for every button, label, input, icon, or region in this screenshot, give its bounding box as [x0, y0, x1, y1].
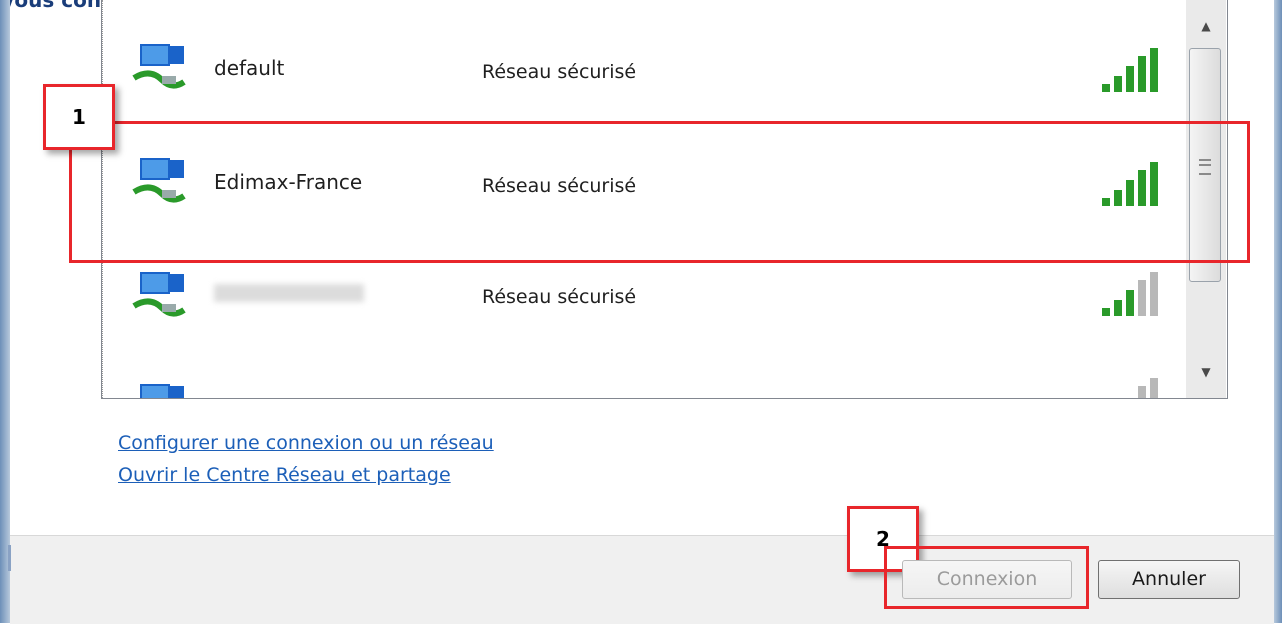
network-status: Réseau sécurisé [482, 286, 637, 308]
window-frame-right [1274, 0, 1282, 623]
network-computer-icon [132, 44, 186, 89]
blurred-network-name [214, 284, 364, 302]
setup-connection-link[interactable]: Configurer une connexion ou un réseau [118, 432, 494, 454]
network-computer-icon [140, 384, 184, 398]
scroll-up-arrow-icon[interactable]: ▲ [1186, 6, 1226, 46]
window-frame-left [0, 0, 10, 623]
open-network-center-link[interactable]: Ouvrir le Centre Réseau et partage [118, 464, 451, 486]
callout-badge-1: 1 [43, 84, 115, 150]
network-computer-icon [132, 272, 186, 317]
signal-strength-icon [1138, 378, 1158, 398]
cancel-button[interactable]: Annuler [1098, 560, 1240, 599]
network-row-default[interactable]: default Réseau sécurisé [102, 8, 1187, 120]
network-row-partial[interactable] [102, 350, 1187, 398]
network-name: default [214, 56, 285, 80]
callout-highlight-network [69, 121, 1250, 263]
signal-strength-icon [1102, 48, 1158, 92]
signal-strength-icon [1102, 272, 1158, 316]
network-status: Réseau sécurisé [482, 61, 637, 83]
footer-edge-mark [8, 545, 11, 571]
scroll-down-arrow-icon[interactable]: ▼ [1186, 352, 1226, 392]
callout-highlight-connect [884, 546, 1089, 609]
